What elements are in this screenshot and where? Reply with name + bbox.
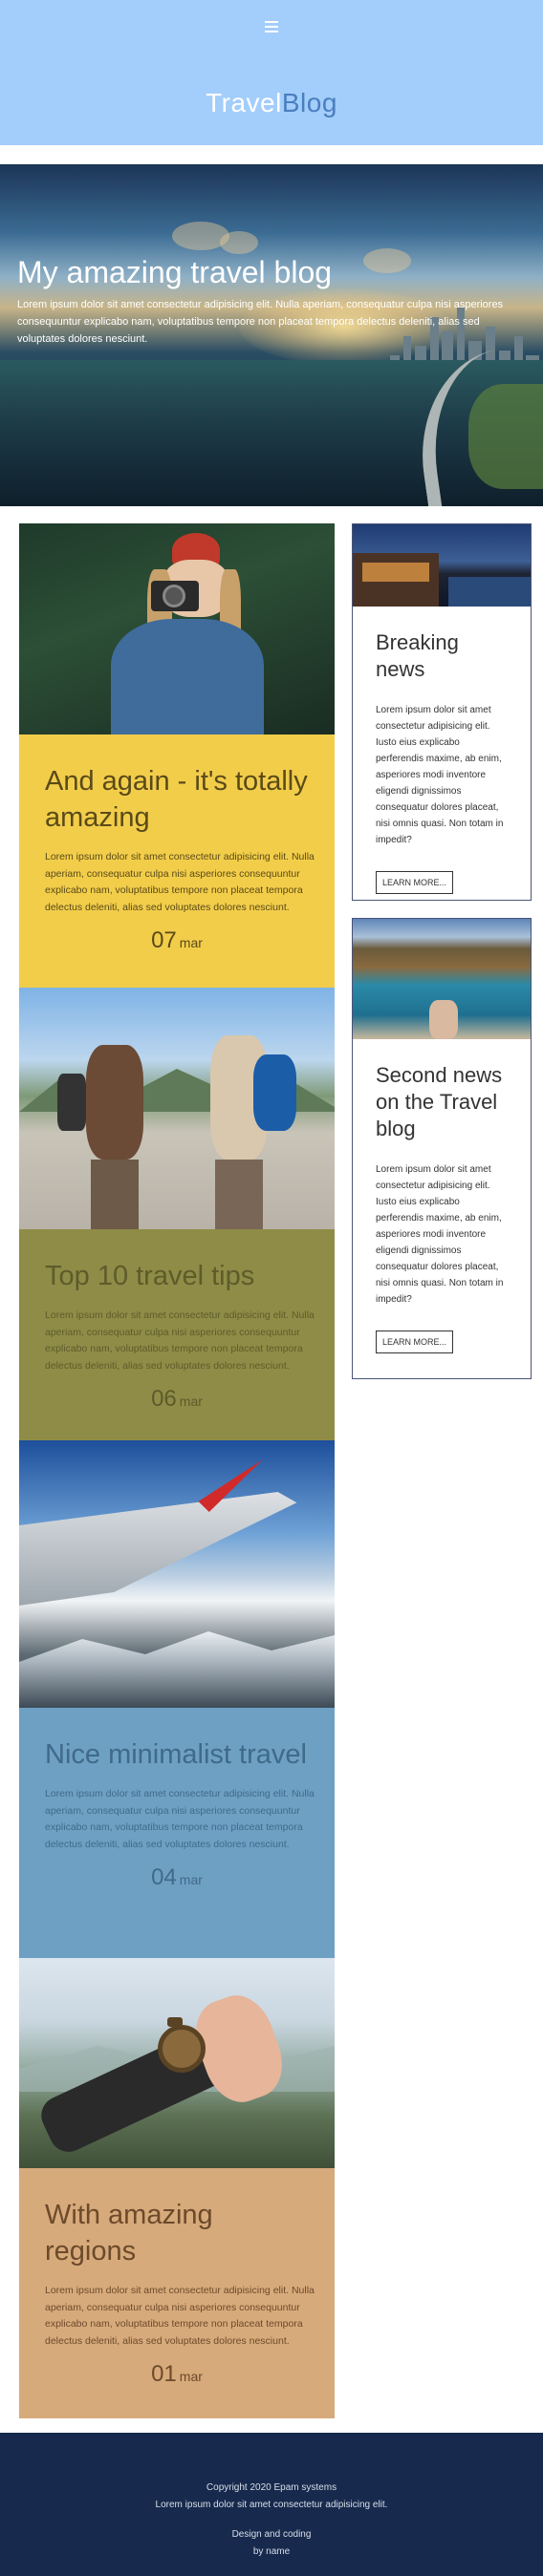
post-month: mar	[179, 1394, 203, 1409]
post-image-hikers	[19, 988, 335, 1229]
post-excerpt: Lorem ipsum dolor sit amet consectetur a…	[45, 1309, 315, 1372]
site-logo[interactable]: TravelBlog	[0, 88, 543, 118]
site-header: TravelBlog	[0, 0, 543, 145]
post-card[interactable]: And again - it's totally amazing Lorem i…	[19, 523, 335, 988]
post-body: Top 10 travel tips Lorem ipsum dolor sit…	[19, 1229, 335, 1440]
post-excerpt: Lorem ipsum dolor sit amet consectetur a…	[45, 1788, 315, 1850]
hero-cloud	[363, 248, 411, 273]
post-month: mar	[179, 2369, 203, 2384]
post-image-compass	[19, 1958, 335, 2168]
news-image-lake	[353, 919, 531, 1039]
footer-author: by name	[252, 2546, 291, 2557]
post-card[interactable]: Top 10 travel tips Lorem ipsum dolor sit…	[19, 988, 335, 1440]
news-image-resort	[353, 524, 531, 607]
learn-more-button[interactable]: LEARN MORE...	[376, 1331, 454, 1353]
news-card: Breaking news Lorem ipsum dolor sit amet…	[352, 523, 532, 901]
post-card[interactable]: With amazing regions Lorem ipsum dolor s…	[19, 1958, 335, 2418]
post-title[interactable]: Top 10 travel tips	[45, 1258, 309, 1294]
post-month: mar	[179, 1872, 203, 1887]
post-title[interactable]: With amazing regions	[45, 2197, 309, 2269]
news-text: Lorem ipsum dolor sit amet consectetur a…	[376, 1164, 504, 1305]
logo-part-blog: Blog	[281, 88, 337, 117]
hero-banner: My amazing travel blog Lorem ipsum dolor…	[0, 164, 543, 506]
learn-more-button[interactable]: LEARN MORE...	[376, 871, 454, 894]
post-title[interactable]: And again - it's totally amazing	[45, 763, 309, 836]
post-day: 04	[151, 1864, 177, 1890]
post-date: 04 mar	[45, 1864, 309, 1891]
hamburger-icon[interactable]	[265, 21, 278, 32]
site-footer: Copyright 2020 Epam systems Lorem ipsum …	[0, 2433, 543, 2576]
post-title[interactable]: Nice minimalist travel	[45, 1736, 309, 1773]
hero-cloud	[220, 231, 258, 254]
post-image-photographer	[19, 523, 335, 734]
footer-copyright: Copyright 2020 Epam systems	[206, 2482, 337, 2493]
post-date: 06 mar	[45, 1386, 309, 1413]
post-excerpt: Lorem ipsum dolor sit amet consectetur a…	[45, 2285, 315, 2347]
news-card: Second news on the Travel blog Lorem ips…	[352, 918, 532, 1379]
post-date: 07 mar	[45, 927, 309, 954]
footer-credits: Design and coding	[231, 2529, 312, 2540]
post-date: 01 mar	[45, 2361, 309, 2388]
post-body: And again - it's totally amazing Lorem i…	[19, 734, 335, 988]
post-excerpt: Lorem ipsum dolor sit amet consectetur a…	[45, 851, 315, 913]
post-month: mar	[179, 935, 203, 950]
news-title[interactable]: Second news on the Travel blog	[353, 1062, 531, 1142]
post-day: 07	[151, 927, 177, 953]
post-body: With amazing regions Lorem ipsum dolor s…	[19, 2168, 335, 2418]
post-image-airplane-wing	[19, 1440, 335, 1708]
post-body: Nice minimalist travel Lorem ipsum dolor…	[19, 1708, 335, 1958]
post-card[interactable]: Nice minimalist travel Lorem ipsum dolor…	[19, 1440, 335, 1958]
hero-title: My amazing travel blog	[17, 255, 333, 289]
news-text: Lorem ipsum dolor sit amet consectetur a…	[376, 705, 504, 845]
post-day: 06	[151, 1386, 177, 1412]
footer-tagline: Lorem ipsum dolor sit amet consectetur a…	[155, 2500, 388, 2510]
logo-part-travel: Travel	[206, 88, 282, 117]
post-day: 01	[151, 2361, 177, 2387]
hero-text: Lorem ipsum dolor sit amet consectetur a…	[17, 299, 504, 345]
news-title[interactable]: Breaking news	[353, 629, 531, 683]
